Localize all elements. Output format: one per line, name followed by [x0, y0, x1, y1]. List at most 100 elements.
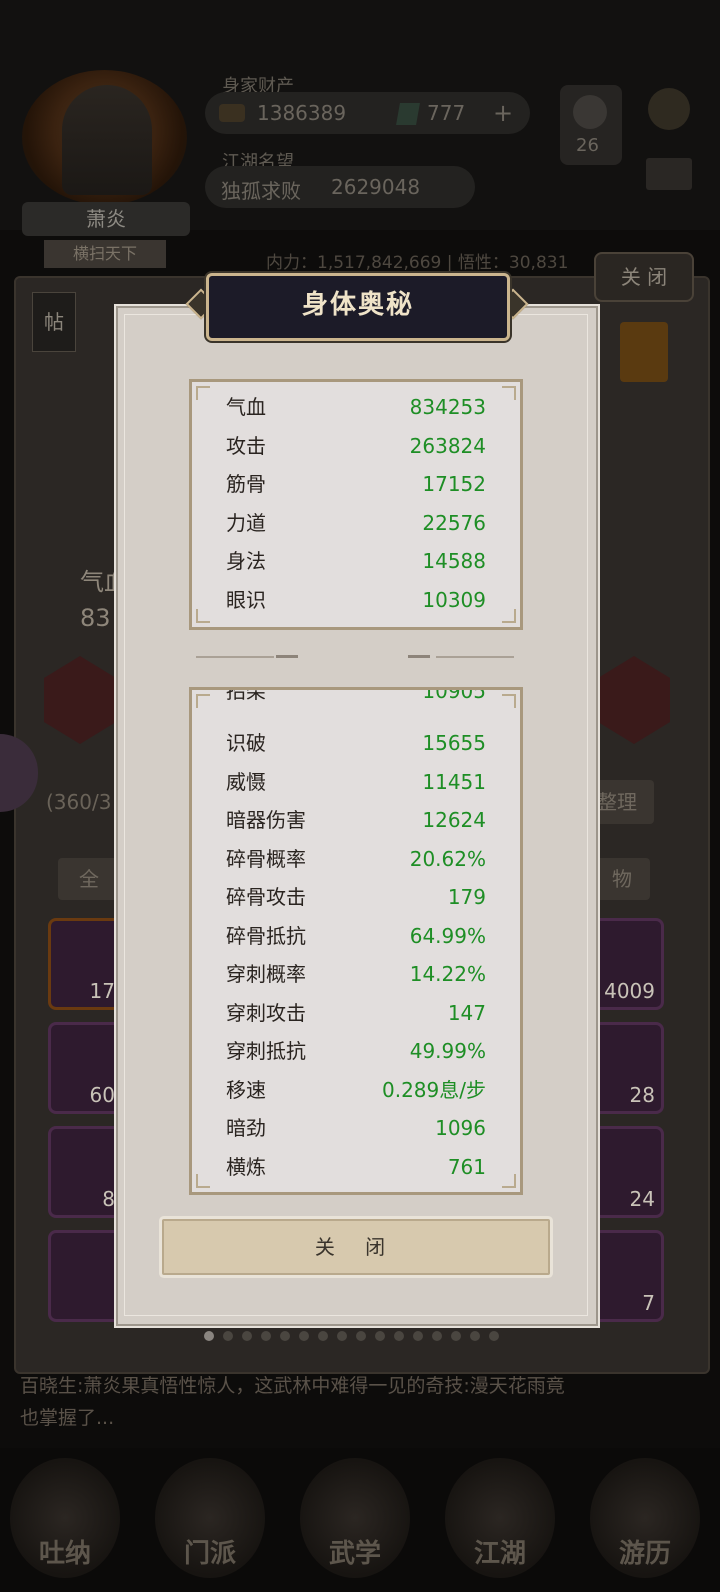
inventory-item[interactable]: 24	[590, 1126, 664, 1218]
inventory-item[interactable]: 7	[590, 1230, 664, 1322]
player-title: 横扫天下	[44, 240, 166, 268]
jade-icon	[396, 103, 420, 125]
stat-row: 碎骨概率 20.62%	[192, 840, 520, 878]
item-count: 24	[629, 1187, 655, 1211]
stat-value: 761	[447, 1154, 486, 1179]
page-dot[interactable]	[299, 1331, 309, 1341]
stat-row: 威慑 11451	[192, 763, 520, 801]
stat-label: 力道	[226, 510, 266, 535]
stats-line: 内力：1,517,842,669 | 悟性：30,831	[266, 253, 569, 273]
news-ticker: 百晓生:萧炎果真悟性惊人，这武林中难得一见的奇技:漫天花雨竟 也掌握了...	[20, 1375, 565, 1429]
wealth-bar: 1386389 777 +	[205, 92, 530, 134]
stat-value: 17152	[422, 472, 486, 497]
page-dot[interactable]	[451, 1331, 461, 1341]
page-dot[interactable]	[318, 1331, 328, 1341]
gold-amount: 1386389	[257, 101, 347, 125]
nav-tuna[interactable]: 吐纳	[10, 1458, 120, 1578]
inventory-item[interactable]: 60	[48, 1022, 124, 1114]
item-count: 17	[89, 979, 115, 1003]
divider-cloud-icon	[408, 655, 430, 658]
stat-row: 筋骨 17152	[192, 465, 520, 503]
nav-martial-arts[interactable]: 武学	[300, 1458, 410, 1578]
nav-sect[interactable]: 门派	[155, 1458, 265, 1578]
stat-label: 识破	[226, 731, 266, 755]
secondary-stats-list[interactable]: 招架 10905 识破 15655 威慑 11451 暗器伤害 12624 碎骨概率 20.6…	[189, 687, 523, 1195]
page-dot[interactable]	[489, 1331, 499, 1341]
stat-value: 147	[447, 1000, 486, 1025]
stat-label: 暗劲	[226, 1116, 266, 1140]
stat-value: 10309	[422, 588, 486, 612]
tab-items[interactable]: 物	[594, 858, 650, 900]
stat-row: 碎骨攻击 179	[192, 878, 520, 916]
page-dot[interactable]	[394, 1331, 404, 1341]
nav-jianghu[interactable]: 江湖	[445, 1458, 555, 1578]
bag-capacity: (360/3	[46, 790, 112, 814]
page-dot[interactable]	[375, 1331, 385, 1341]
fame-rank: 独孤求败	[221, 179, 301, 203]
stat-label: 气血	[226, 395, 266, 419]
page-dot[interactable]	[223, 1331, 233, 1341]
stat-label: 眼识	[226, 588, 266, 612]
stat-label: 移速	[226, 1077, 266, 1102]
fame-bar: 独孤求败 2629048	[205, 166, 475, 208]
emblem-icon[interactable]	[620, 322, 668, 382]
jade-amount: 777	[427, 101, 466, 125]
stat-label: 碎骨攻击	[226, 885, 306, 909]
stat-row: 碎骨抵抗 64.99%	[192, 917, 520, 955]
player-avatar[interactable]	[62, 85, 152, 195]
stat-value: 64.99%	[409, 923, 486, 948]
inventory-item[interactable]	[48, 1230, 124, 1322]
bottom-nav: 吐纳 门派 武学 江湖 游历	[0, 1448, 720, 1592]
divider-cloud-icon	[276, 655, 298, 658]
item-count: 7	[642, 1291, 655, 1315]
page-indicator	[204, 1331, 504, 1343]
inventory-item[interactable]: 8	[48, 1126, 124, 1218]
stat-value: 22576	[422, 510, 486, 535]
primary-stats-box: 气血 834253 攻击 263824 筋骨 17152 力道 22576 身法 14588 眼识 1…	[189, 379, 523, 630]
stat-row: 穿刺抵抗 49.99%	[192, 1032, 520, 1070]
inventory-item[interactable]: 28	[590, 1022, 664, 1114]
page-dot[interactable]	[337, 1331, 347, 1341]
dialog-title: 身体奥秘	[301, 290, 414, 320]
page-dot[interactable]	[470, 1331, 480, 1341]
page-dot[interactable]	[204, 1331, 214, 1341]
inventory-item[interactable]: 17	[48, 918, 124, 1010]
post-button[interactable]: 帖	[32, 292, 76, 352]
tab-all[interactable]: 全	[58, 858, 120, 900]
page-dot[interactable]	[432, 1331, 442, 1341]
stat-value: 0.289息/步	[382, 1077, 486, 1102]
stat-row: 眼识 10309	[192, 581, 520, 619]
mail-icon[interactable]	[646, 158, 692, 190]
add-currency-button[interactable]: +	[493, 99, 513, 127]
item-count: 28	[629, 1083, 655, 1107]
item-count: 4009	[604, 979, 655, 1003]
stat-value: 20.62%	[409, 846, 486, 871]
panel-close-button[interactable]: 关 闭	[594, 252, 694, 302]
settings-gear-icon[interactable]	[648, 88, 690, 130]
stat-label: 穿刺攻击	[226, 1000, 306, 1025]
stat-row-partial: 招架 10905	[192, 687, 520, 710]
inventory-item[interactable]: 4009	[590, 918, 664, 1010]
page-dot[interactable]	[280, 1331, 290, 1341]
page-dot[interactable]	[242, 1331, 252, 1341]
page-dot[interactable]	[413, 1331, 423, 1341]
stat-label: 攻击	[226, 433, 266, 458]
stat-value: 14.22%	[409, 962, 486, 986]
section-divider	[196, 655, 514, 659]
dialog-close-button[interactable]: 关 闭	[162, 1219, 550, 1275]
dialog-title-banner: 身体奥秘	[206, 273, 510, 341]
nav-travel[interactable]: 游历	[590, 1458, 700, 1578]
stat-row: 识破 15655	[192, 724, 520, 762]
stat-value: 179	[447, 885, 486, 909]
stat-label: 暗器伤害	[226, 808, 306, 832]
page-dot[interactable]	[261, 1331, 271, 1341]
stat-row: 力道 22576	[192, 504, 520, 542]
stat-label: 威慑	[226, 769, 266, 794]
taiji-button[interactable]: 26	[560, 85, 622, 165]
stat-label: 招架	[226, 687, 266, 703]
stat-value: 834253	[409, 395, 486, 419]
page-dot[interactable]	[356, 1331, 366, 1341]
item-count: 60	[89, 1083, 115, 1107]
stat-value: 15655	[422, 731, 486, 755]
stat-row: 气血 834253	[192, 388, 520, 426]
